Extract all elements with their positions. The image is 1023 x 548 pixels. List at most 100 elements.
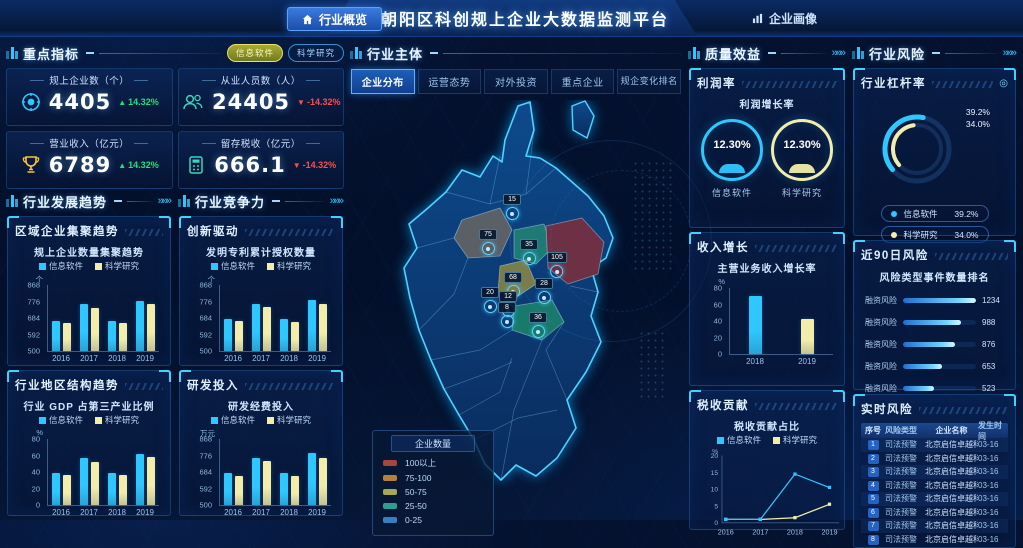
filter-info-software[interactable]: 信息软件	[227, 44, 283, 62]
panel-header-icon	[688, 47, 700, 59]
section-title: 收入增长	[697, 239, 749, 255]
chart-title: 研发经费投入	[187, 398, 335, 413]
panel-industry-risk: 行业风险 行业杠杆率 39.2% 34.0% 信息软件39.2%科学研究34.0…	[852, 42, 1017, 516]
kpi-label: 规上企业数（个）	[7, 73, 172, 87]
gdp-share-chart: 行业 GDP 占第三产业比例信息软件科学研究%020406080 2016201…	[15, 398, 163, 517]
bar	[108, 321, 116, 351]
leverage-donut: 39.2% 34.0%	[861, 93, 1008, 201]
panel-header-icon	[178, 195, 190, 207]
target-icon[interactable]	[999, 78, 1008, 89]
marker-count: 68	[504, 272, 522, 283]
section-cluster-trend: 区域企业集聚趋势 规上企业数量集聚趋势信息软件科学研究个500592684776…	[7, 216, 171, 366]
tab-对外投资[interactable]: 对外投资	[484, 69, 548, 94]
gauge-label: 信息软件	[701, 186, 763, 199]
row-number-badge: 4	[868, 481, 879, 491]
map-marker[interactable]: 8	[498, 296, 516, 328]
expand-arrows-icon[interactable]	[832, 47, 846, 59]
kpi-value: 666.1	[214, 153, 285, 177]
district-exclave	[572, 101, 594, 138]
section-title: 区域企业集聚趋势	[15, 223, 119, 239]
tab-重点企业[interactable]: 重点企业	[551, 69, 615, 94]
expand-arrows-icon[interactable]	[158, 195, 172, 207]
map-marker[interactable]: 36	[529, 306, 547, 338]
risk-rank-row: 融资风险 1234	[863, 295, 1006, 306]
chart-title: 发明专利累计授权数量	[187, 244, 335, 259]
panel-header-icon	[6, 47, 18, 59]
bar	[235, 321, 243, 351]
marker-count: 36	[529, 312, 547, 323]
map-marker[interactable]: 75	[479, 223, 497, 255]
rnd-invest-chart: 研发经费投入信息软件科学研究万元500592684776868 20162017…	[187, 398, 335, 517]
bar	[291, 476, 299, 505]
chart-title: 利润增长率	[697, 96, 837, 111]
section-recent-risk: 近90日风险 风险类型事件数量排名 融资风险 1234融资风险 988融资风险 …	[853, 240, 1016, 390]
realtime-risk-table: 序号风险类型 企业名称发生时间 1 司法预警北京启信卓越科技有限公司03-16 …	[861, 423, 1008, 546]
table-row: 4 司法预警北京启信卓越科技有限公司03-16	[861, 479, 1008, 493]
marker-count: 28	[535, 278, 553, 289]
expand-arrows-icon[interactable]	[330, 195, 344, 207]
legend-item: 100以上	[383, 457, 483, 469]
top-header: 朝阳区科创规上企业大数据监测平台 行业概览 企业画像	[0, 0, 1023, 37]
section-realtime-risk: 实时风险 序号风险类型 企业名称发生时间 1 司法预警北京启信卓越科技有限公司0…	[853, 394, 1016, 548]
kpi-card: 从业人员数（人） 24405 ▼-14.32%	[178, 68, 345, 126]
pin-icon	[523, 252, 536, 265]
kpi-delta: ▲14.32%	[118, 160, 158, 170]
filter-science-research[interactable]: 科学研究	[288, 44, 344, 62]
bar	[280, 473, 288, 505]
bar	[252, 304, 260, 351]
people-icon	[181, 91, 205, 113]
chart-legend: 信息软件科学研究	[697, 434, 837, 446]
marker-count: 75	[479, 229, 497, 240]
bar	[119, 475, 127, 505]
map-marker[interactable]: 20	[481, 281, 499, 313]
row-number-badge: 1	[868, 440, 879, 450]
map-marker[interactable]: 28	[535, 272, 553, 304]
bar	[147, 457, 155, 505]
tab-规企变化排名[interactable]: 规企变化排名	[617, 69, 681, 94]
bar	[291, 322, 299, 351]
panel-title: 行业竞争力	[195, 192, 265, 211]
legend-item: 0-25	[383, 515, 483, 525]
nav-enterprise-portrait[interactable]: 企业画像	[742, 7, 827, 29]
tab-运营态势[interactable]: 运营态势	[418, 69, 482, 94]
tab-企业分布[interactable]: 企业分布	[351, 69, 415, 94]
kpi-label: 留存税收（亿元）	[179, 136, 344, 150]
bar	[136, 301, 144, 351]
section-income-growth: 收入增长 主营业务收入增长率%020406080 20182019	[689, 232, 845, 386]
bar	[280, 319, 288, 351]
bar	[263, 461, 271, 505]
map-marker[interactable]: 35	[520, 233, 538, 265]
section-region-structure: 行业地区结构趋势 行业 GDP 占第三产业比例信息软件科学研究%02040608…	[7, 370, 171, 516]
bar	[235, 476, 243, 505]
bar	[308, 453, 316, 505]
row-number-badge: 6	[868, 508, 879, 518]
app-title-bar: 朝阳区科创规上企业大数据监测平台	[327, 0, 697, 36]
bar	[263, 307, 271, 351]
pin-icon	[484, 300, 497, 313]
map-legend-title: 企业数量	[391, 435, 475, 452]
map-marker[interactable]: 15	[503, 188, 521, 220]
bar	[319, 458, 327, 506]
row-number-badge: 5	[868, 494, 879, 504]
district-map: 15753510568282012836 企业数量 100以上75-10050-…	[350, 100, 682, 488]
expand-arrows-icon[interactable]	[1003, 47, 1017, 59]
gauge-value: 12.30%	[774, 139, 830, 151]
legend-item: 25-50	[383, 501, 483, 511]
chart-title: 规上企业数量集聚趋势	[15, 244, 163, 259]
tax-icon	[185, 154, 207, 176]
kpi-label: 从业人员数（人）	[179, 73, 344, 87]
chart-title: 风险类型事件数量排名	[861, 269, 1008, 284]
pin-icon	[538, 291, 551, 304]
section-title: 税收贡献	[697, 397, 749, 413]
bar	[224, 319, 232, 351]
risk-rank-row: 融资风险 876	[863, 339, 1006, 350]
svg-text:15: 15	[711, 470, 719, 477]
nav-industry-overview[interactable]: 行业概览	[287, 7, 382, 31]
panel-header-icon	[350, 47, 362, 59]
home-icon	[302, 14, 313, 25]
bar	[52, 473, 60, 505]
medal-icon	[20, 91, 42, 113]
marker-count: 8	[498, 302, 516, 313]
bar	[252, 458, 260, 505]
panel-key-indicators: 重点指标 信息软件 科学研究 规上企业数（个） 4405 ▲14.32% 从业人…	[6, 42, 344, 188]
